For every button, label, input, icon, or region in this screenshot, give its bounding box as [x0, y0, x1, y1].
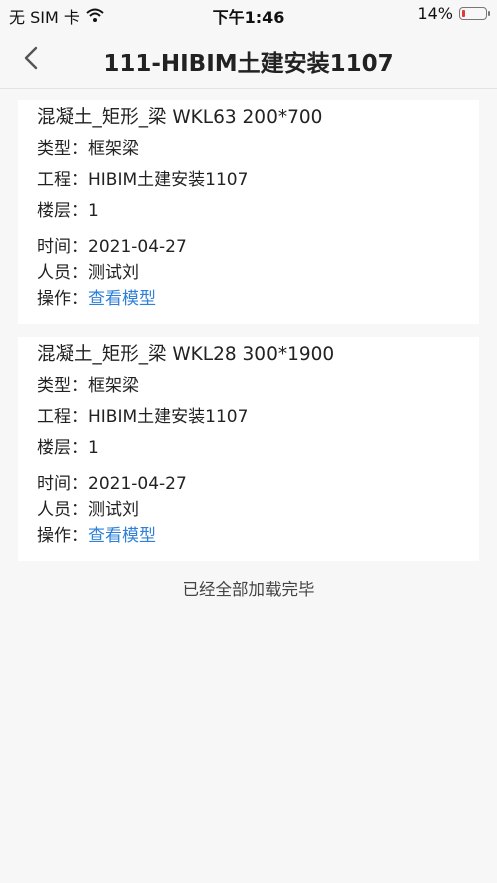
person-row: 人员：测试刘: [37, 498, 460, 522]
time-label: 时间：: [37, 474, 88, 494]
person-row: 人员：测试刘: [37, 261, 460, 285]
item-title: 混凝土_矩形_梁 WKL28 300*1900: [37, 344, 335, 365]
person-label: 人员：: [37, 500, 88, 520]
component-list: 混凝土_矩形_梁 WKL63 200*700 类型：框架梁 工程：HIBIM土建…: [0, 100, 497, 574]
type-value: 框架梁: [88, 376, 139, 396]
person-label: 人员：: [37, 263, 88, 283]
type-row: 类型：框架梁: [37, 137, 460, 161]
floor-value: 1: [88, 438, 99, 458]
time-value: 2021-04-27: [88, 237, 187, 257]
project-value: HIBIM土建安装1107: [88, 407, 249, 427]
load-complete-text: 已经全部加载完毕: [182, 580, 315, 599]
floor-row: 楼层：1: [37, 199, 460, 223]
view-model-link[interactable]: 查看模型: [88, 526, 156, 546]
action-row: 操作：查看模型: [37, 287, 460, 311]
type-row: 类型：框架梁: [37, 374, 460, 398]
type-label: 类型：: [37, 376, 88, 396]
nav-bar: 111-HIBIM土建安装1107: [0, 28, 497, 89]
person-value: 测试刘: [88, 263, 139, 283]
project-value: HIBIM土建安装1107: [88, 170, 249, 190]
item-title: 混凝土_矩形_梁 WKL63 200*700: [37, 107, 323, 128]
status-bar: 无 SIM 卡 下午1:46 14%: [0, 0, 497, 28]
project-row: 工程：HIBIM土建安装1107: [37, 168, 460, 192]
project-label: 工程：: [37, 170, 88, 190]
person-value: 测试刘: [88, 500, 139, 520]
type-label: 类型：: [37, 139, 88, 159]
action-label: 操作：: [37, 526, 88, 546]
floor-label: 楼层：: [37, 201, 88, 221]
view-model-link[interactable]: 查看模型: [88, 289, 156, 309]
type-value: 框架梁: [88, 139, 139, 159]
page-title: 111-HIBIM土建安装1107: [103, 51, 394, 77]
project-label: 工程：: [37, 407, 88, 427]
action-row: 操作：查看模型: [37, 524, 460, 548]
floor-label: 楼层：: [37, 438, 88, 458]
floor-row: 楼层：1: [37, 436, 460, 460]
floor-value: 1: [88, 201, 99, 221]
battery-icon: [459, 7, 490, 20]
time-label: 时间：: [37, 237, 88, 257]
status-right: 14%: [417, 4, 490, 23]
list-item: 混凝土_矩形_梁 WKL28 300*1900 类型：框架梁 工程：HIBIM土…: [18, 337, 479, 561]
time-row: 时间：2021-04-27: [37, 472, 460, 496]
list-item: 混凝土_矩形_梁 WKL63 200*700 类型：框架梁 工程：HIBIM土建…: [18, 100, 479, 324]
project-row: 工程：HIBIM土建安装1107: [37, 405, 460, 429]
battery-percent: 14%: [417, 4, 453, 23]
time-value: 2021-04-27: [88, 474, 187, 494]
action-label: 操作：: [37, 289, 88, 309]
time-row: 时间：2021-04-27: [37, 235, 460, 259]
